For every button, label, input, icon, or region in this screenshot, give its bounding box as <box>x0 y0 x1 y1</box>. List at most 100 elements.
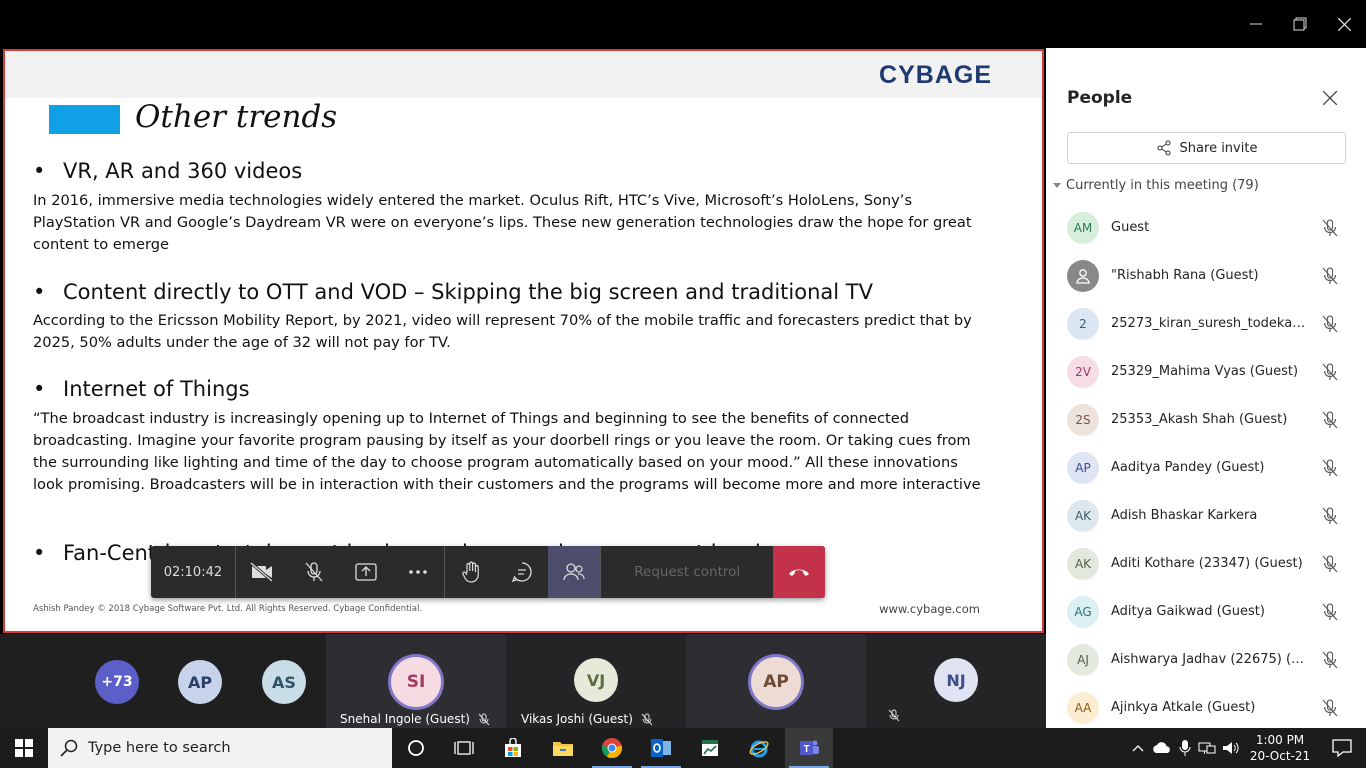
mute-status[interactable] <box>1321 650 1339 670</box>
participants-button[interactable] <box>548 546 601 598</box>
volume-icon[interactable] <box>1222 740 1240 756</box>
mute-status[interactable] <box>1321 362 1339 382</box>
meeting-group-header[interactable]: Currently in this meeting (79) <box>1052 178 1259 193</box>
participant-row[interactable]: AG Aditya Gaikwad (Guest) <box>1046 588 1366 636</box>
participant-tile[interactable]: AP <box>686 634 866 728</box>
participant-name: Adish Bhaskar Karkera <box>1111 508 1258 523</box>
avatar: AG <box>1067 596 1099 628</box>
mute-status[interactable] <box>1321 266 1339 286</box>
more-actions-button[interactable] <box>392 546 444 598</box>
more-participants-badge[interactable]: +73 <box>95 660 139 704</box>
participant-row[interactable]: 2V 25329_Mahima Vyas (Guest) <box>1046 348 1366 396</box>
hang-up-icon <box>789 569 810 576</box>
chat-button[interactable] <box>496 546 548 598</box>
slide-title: Other trends <box>135 99 338 135</box>
mute-status[interactable] <box>1321 698 1339 718</box>
store-app-button[interactable] <box>489 728 537 768</box>
participant-row[interactable]: 2 25273_kiran_suresh_todekar ... <box>1046 300 1366 348</box>
store-icon <box>505 738 521 757</box>
mute-status[interactable] <box>1321 554 1339 574</box>
participant-name: Vikas Joshi (Guest) <box>521 712 653 726</box>
taskbar-search[interactable]: Type here to search <box>48 728 392 768</box>
project-app-button[interactable] <box>686 728 734 768</box>
windows-icon <box>15 739 33 757</box>
share-invite-button[interactable]: Share invite <box>1067 132 1346 164</box>
camera-toggle-button[interactable] <box>236 546 288 598</box>
avatar[interactable]: AP <box>178 660 222 704</box>
network-icon[interactable] <box>1198 740 1216 756</box>
mute-status[interactable] <box>1321 506 1339 526</box>
participant-row[interactable]: AK Aditi Kothare (23347) (Guest) <box>1046 540 1366 588</box>
close-icon <box>1337 17 1351 31</box>
mute-status[interactable] <box>1321 410 1339 430</box>
clock-time: 1:00 PM <box>1255 733 1305 747</box>
system-tray <box>1130 728 1240 768</box>
participant-row[interactable]: "Rishabh Rana (Guest) <box>1046 252 1366 300</box>
hand-icon <box>461 561 479 583</box>
mute-status[interactable] <box>1321 602 1339 622</box>
avatar: AM <box>1067 212 1099 244</box>
participant-row[interactable]: AK Adish Bhaskar Karkera <box>1046 492 1366 540</box>
slide-footer-url: www.cybage.com <box>879 602 980 616</box>
participant-row[interactable]: AJ Aishwarya Jadhav (22675) (G... <box>1046 636 1366 684</box>
mute-status[interactable] <box>1321 458 1339 478</box>
minimize-button[interactable] <box>1234 0 1278 48</box>
avatar: AP <box>1067 452 1099 484</box>
share-icon <box>1157 140 1171 156</box>
participant-row[interactable]: AM Guest <box>1046 204 1366 252</box>
mic-off-icon <box>888 709 900 722</box>
mic-off-icon <box>1322 507 1338 525</box>
mic-off-icon <box>1322 219 1338 237</box>
microphone-icon[interactable] <box>1178 739 1192 757</box>
teams-button[interactable]: T <box>785 728 833 768</box>
avatar: 2V <box>1067 356 1099 388</box>
mic-off-icon <box>1322 603 1338 621</box>
avatar: NJ <box>934 658 978 702</box>
taskbar-clock[interactable]: 1:00 PM 20-Oct-21 <box>1248 732 1312 764</box>
restore-button[interactable] <box>1278 0 1322 48</box>
participant-row[interactable]: AA Ajinkya Atkale (Guest) <box>1046 684 1366 728</box>
participant-row[interactable]: AP Aaditya Pandey (Guest) <box>1046 444 1366 492</box>
task-view-button[interactable] <box>440 728 488 768</box>
internet-explorer-button[interactable] <box>735 728 783 768</box>
hang-up-button[interactable] <box>773 546 825 598</box>
close-panel-button[interactable] <box>1320 88 1340 108</box>
share-tray-button[interactable] <box>340 546 392 598</box>
mic-off-icon <box>1322 411 1338 429</box>
mute-status[interactable] <box>1321 314 1339 334</box>
teams-icon: T <box>800 740 819 755</box>
window-titlebar <box>0 0 1366 48</box>
avatar: AP <box>751 657 801 707</box>
avatar: 2 <box>1067 308 1099 340</box>
start-button[interactable] <box>0 728 48 768</box>
clock-date: 20-Oct-21 <box>1249 749 1311 763</box>
internet-explorer-icon <box>749 740 769 758</box>
people-panel: People Share invite Currently in this me… <box>1046 48 1366 728</box>
avatar[interactable]: AS <box>262 660 306 704</box>
action-center-button[interactable] <box>1318 728 1366 768</box>
onedrive-icon[interactable] <box>1152 740 1172 756</box>
participant-tile[interactable]: SI Snehal Ingole (Guest) <box>326 634 506 728</box>
mic-off-icon <box>1322 459 1338 477</box>
cortana-button[interactable] <box>392 728 440 768</box>
close-window-button[interactable] <box>1322 0 1366 48</box>
avatar: AA <box>1067 692 1099 724</box>
windows-taskbar: Type here to search T 1:00 PM 20-Oct-21 <box>0 728 1366 768</box>
outlook-button[interactable] <box>637 728 685 768</box>
request-control-button[interactable]: Request control <box>601 564 773 580</box>
mic-off-icon <box>478 713 490 726</box>
participant-tile[interactable]: NJ <box>866 634 1046 728</box>
participant-tile[interactable]: VJ Vikas Joshi (Guest) <box>506 634 686 728</box>
file-explorer-button[interactable] <box>539 728 587 768</box>
svg-text:T: T <box>803 744 809 755</box>
participant-name: Aditya Gaikwad (Guest) <box>1111 604 1265 619</box>
chevron-up-icon[interactable] <box>1130 740 1146 756</box>
mic-off-icon <box>1322 699 1338 717</box>
mic-toggle-button[interactable] <box>288 546 340 598</box>
chrome-button[interactable] <box>588 728 636 768</box>
panel-title: People <box>1067 88 1133 108</box>
raise-hand-button[interactable] <box>445 546 497 598</box>
participant-row[interactable]: 2S 25353_Akash Shah (Guest) <box>1046 396 1366 444</box>
mute-status[interactable] <box>1321 218 1339 238</box>
bullet-heading: • VR, AR and 360 videos <box>33 159 303 183</box>
